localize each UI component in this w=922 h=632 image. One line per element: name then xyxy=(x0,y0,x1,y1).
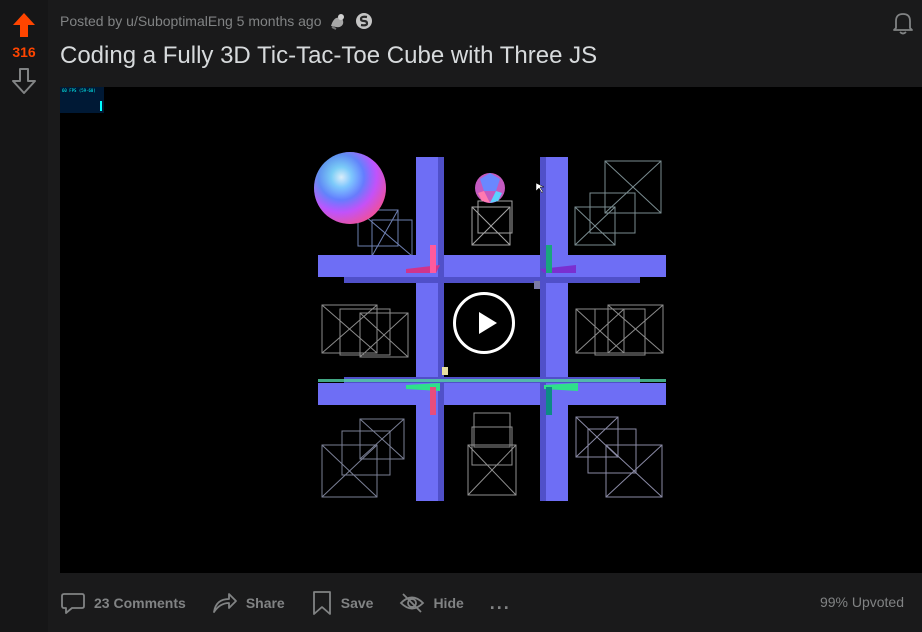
save-button[interactable]: Save xyxy=(311,590,374,616)
upvote-arrow-icon[interactable] xyxy=(12,12,36,38)
share-icon xyxy=(212,593,237,613)
fps-label: 60 FPS (59-60) xyxy=(62,88,96,93)
save-label: Save xyxy=(340,595,374,611)
post-actions-bar: 23 Comments Share Save Hide ... xyxy=(60,585,511,621)
play-button[interactable] xyxy=(453,292,515,354)
post-card: 316 Posted by u/SuboptimalEng 5 months a… xyxy=(0,0,922,632)
hide-button[interactable]: Hide xyxy=(399,592,464,614)
share-label: Share xyxy=(245,595,285,611)
upvote-ratio: 99% Upvoted xyxy=(819,594,904,610)
more-options-button[interactable]: ... xyxy=(490,593,511,614)
downvote-arrow-icon[interactable] xyxy=(12,68,36,94)
silver-award-icon[interactable] xyxy=(354,12,374,30)
post-author-line: Posted by u/SuboptimalEng 5 months ago xyxy=(60,13,322,29)
award-icon[interactable] xyxy=(328,12,348,30)
post-title[interactable]: Coding a Fully 3D Tic-Tac-Toe Cube with … xyxy=(60,42,597,70)
share-button[interactable]: Share xyxy=(212,591,285,615)
hide-label: Hide xyxy=(433,595,464,611)
comments-label: 23 Comments xyxy=(94,595,186,611)
vote-score: 316 xyxy=(12,44,36,60)
video-player[interactable]: 60 FPS (59-60) xyxy=(60,87,922,573)
play-icon xyxy=(479,312,497,334)
fps-graph-bar xyxy=(100,101,102,111)
vote-column: 316 xyxy=(0,0,48,632)
post-meta: Posted by u/SuboptimalEng 5 months ago xyxy=(60,12,374,30)
hide-icon xyxy=(400,593,425,613)
comments-button[interactable]: 23 Comments xyxy=(60,591,186,615)
comment-icon xyxy=(61,593,85,614)
bell-icon[interactable] xyxy=(890,10,916,36)
fps-meter: 60 FPS (59-60) xyxy=(60,87,104,113)
save-icon xyxy=(312,591,331,615)
